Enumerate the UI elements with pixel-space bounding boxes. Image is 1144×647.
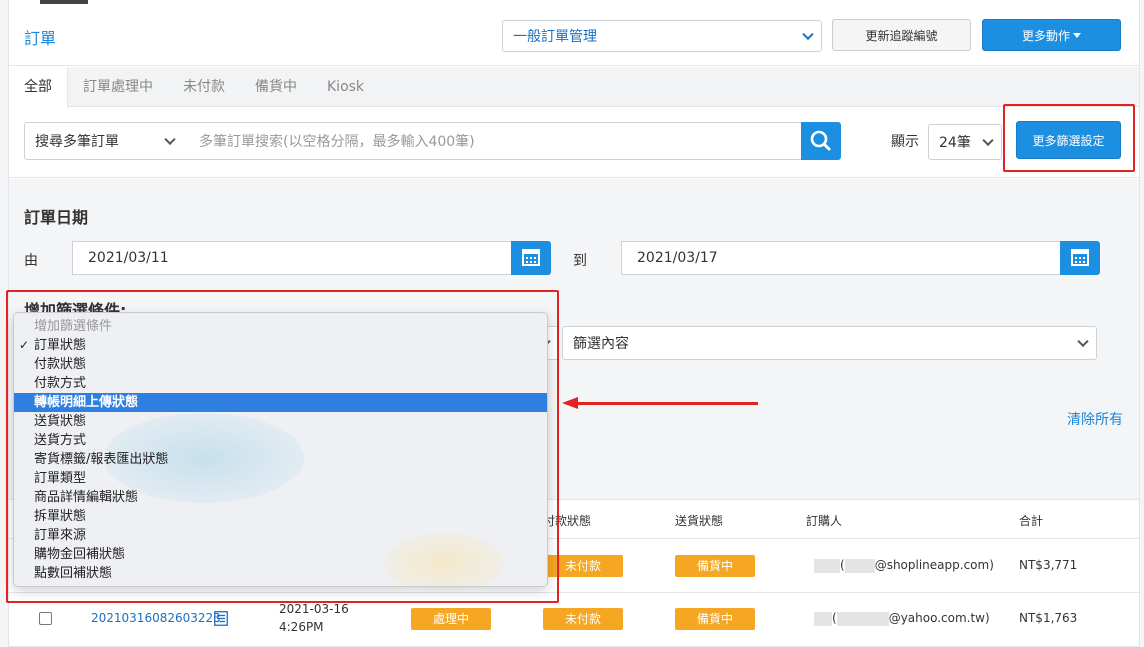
column-buyer: 訂購人	[806, 514, 843, 528]
more-actions-label: 更多動作	[1021, 28, 1070, 43]
page-header: 訂單 一般訂單管理 更新追蹤編號 更多動作	[9, 4, 1139, 66]
order-time: 4:26PM	[279, 620, 324, 634]
update-tracking-number-label: 更新追蹤編號	[865, 28, 938, 43]
from-label: 由	[24, 253, 38, 269]
masked-email	[844, 558, 875, 573]
order-date: 2021-03-16	[279, 602, 349, 616]
payment-status-badge: 未付款	[543, 608, 623, 630]
from-date-input[interactable]: 2021/03/11	[72, 241, 512, 275]
search-input[interactable]: 多筆訂單搜索(以空格分隔，最多輸入400筆)	[183, 122, 802, 160]
buyer-email-domain: @yahoo.com.tw)	[888, 611, 990, 625]
search-bar: 搜尋多筆訂單 多筆訂單搜索(以空格分隔，最多輸入400筆) 顯示 24筆 更多篩…	[9, 108, 1139, 178]
total-cell: NT$1,763	[1019, 611, 1078, 625]
tab-all[interactable]: 全部	[9, 67, 68, 108]
page-title: 訂單	[24, 29, 57, 48]
delivery-status-badge: 備貨中	[675, 608, 755, 630]
caret-down-icon	[1073, 32, 1081, 38]
order-number-link[interactable]: 20210316082603223	[91, 611, 221, 625]
order-details-icon[interactable]	[214, 611, 228, 626]
per-page-select[interactable]: 24筆	[928, 124, 1002, 160]
calendar-icon	[522, 249, 540, 266]
clear-all-link[interactable]: 清除所有	[1067, 409, 1123, 429]
show-label: 顯示	[891, 134, 919, 150]
calendar-icon	[1071, 249, 1089, 266]
chevron-down-icon	[982, 134, 994, 147]
order-date-title: 訂單日期	[24, 208, 89, 227]
per-page-value: 24筆	[939, 135, 971, 151]
to-date-input[interactable]: 2021/03/17	[621, 241, 1061, 275]
from-date-calendar-button[interactable]	[511, 241, 551, 275]
tab-processing[interactable]: 訂單處理中	[68, 67, 168, 107]
buyer-cell: (@yahoo.com.tw)	[814, 611, 990, 626]
annotation-arrow-head	[562, 397, 578, 409]
order-tabs: 全部 訂單處理中 未付款 備貨中 Kiosk	[9, 67, 1139, 108]
masked-name	[814, 611, 832, 626]
column-delivery-status: 送貨狀態	[675, 514, 724, 528]
filter-content-select[interactable]: 篩選內容	[562, 326, 1097, 360]
chevron-down-icon	[802, 28, 814, 41]
tab-kiosk[interactable]: Kiosk	[312, 67, 379, 107]
buyer-email-domain: @shoplineapp.com)	[874, 558, 994, 572]
search-icon	[810, 130, 831, 151]
highlight-box-more-filter	[1003, 104, 1135, 172]
search-type-select[interactable]: 搜尋多筆訂單	[24, 122, 184, 160]
search-placeholder: 多筆訂單搜索(以空格分隔，最多輸入400筆)	[199, 134, 475, 150]
column-total: 合計	[1019, 514, 1044, 528]
to-label: 到	[573, 253, 587, 269]
highlight-box-filter-dropdown	[6, 290, 559, 603]
to-date-calendar-button[interactable]	[1060, 241, 1100, 275]
order-management-select-value: 一般訂單管理	[513, 29, 597, 45]
chevron-down-icon	[164, 133, 176, 146]
more-actions-button[interactable]: 更多動作	[982, 19, 1121, 51]
update-tracking-number-button[interactable]: 更新追蹤編號	[832, 19, 971, 51]
search-type-value: 搜尋多筆訂單	[35, 134, 119, 150]
annotation-arrow	[578, 402, 758, 405]
order-status-badge: 處理中	[411, 608, 491, 630]
tab-preparing[interactable]: 備貨中	[240, 67, 312, 107]
delivery-status-badge: 備貨中	[675, 555, 755, 577]
chevron-down-icon	[1077, 335, 1089, 348]
masked-email	[836, 611, 889, 626]
order-management-select[interactable]: 一般訂單管理	[502, 20, 822, 52]
masked-name	[814, 558, 840, 573]
filter-content-value: 篩選內容	[573, 336, 629, 352]
search-button[interactable]	[801, 122, 841, 160]
row-checkbox[interactable]	[39, 612, 52, 625]
buyer-cell: (@shoplineapp.com)	[814, 558, 994, 573]
total-cell: NT$3,771	[1019, 558, 1078, 572]
tab-unpaid[interactable]: 未付款	[168, 67, 240, 107]
